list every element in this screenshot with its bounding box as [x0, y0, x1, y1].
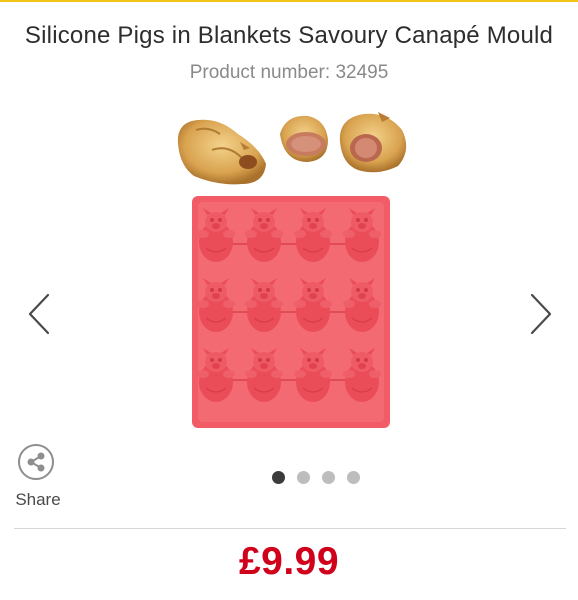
- chevron-left-icon: [28, 293, 50, 335]
- gallery-dot-2[interactable]: [297, 471, 310, 484]
- pastry-pig-2: [280, 115, 328, 162]
- chevron-right-icon: [530, 293, 552, 335]
- product-image: [177, 112, 407, 428]
- gallery-dot-1[interactable]: [272, 471, 285, 484]
- product-number: Product number: 32495: [189, 62, 389, 83]
- share-button[interactable]: Share: [12, 444, 66, 516]
- share-label: Share: [15, 490, 61, 509]
- gallery-pagination: [272, 471, 360, 485]
- product-price: £9.99: [238, 540, 340, 583]
- share-icon: [18, 444, 54, 480]
- gallery-dot-4[interactable]: [347, 471, 360, 484]
- pastry-pig-3: [339, 112, 407, 173]
- header-accent-rule: [0, 0, 578, 2]
- gallery-dot-3[interactable]: [322, 471, 335, 484]
- gallery-next-button[interactable]: [526, 292, 556, 336]
- divider: [14, 528, 566, 529]
- silicone-mould: [192, 196, 390, 428]
- gallery-prev-button[interactable]: [26, 292, 56, 336]
- product-title: Silicone Pigs in Blankets Savoury Canapé…: [24, 22, 554, 49]
- pastry-pig-1: [177, 119, 266, 185]
